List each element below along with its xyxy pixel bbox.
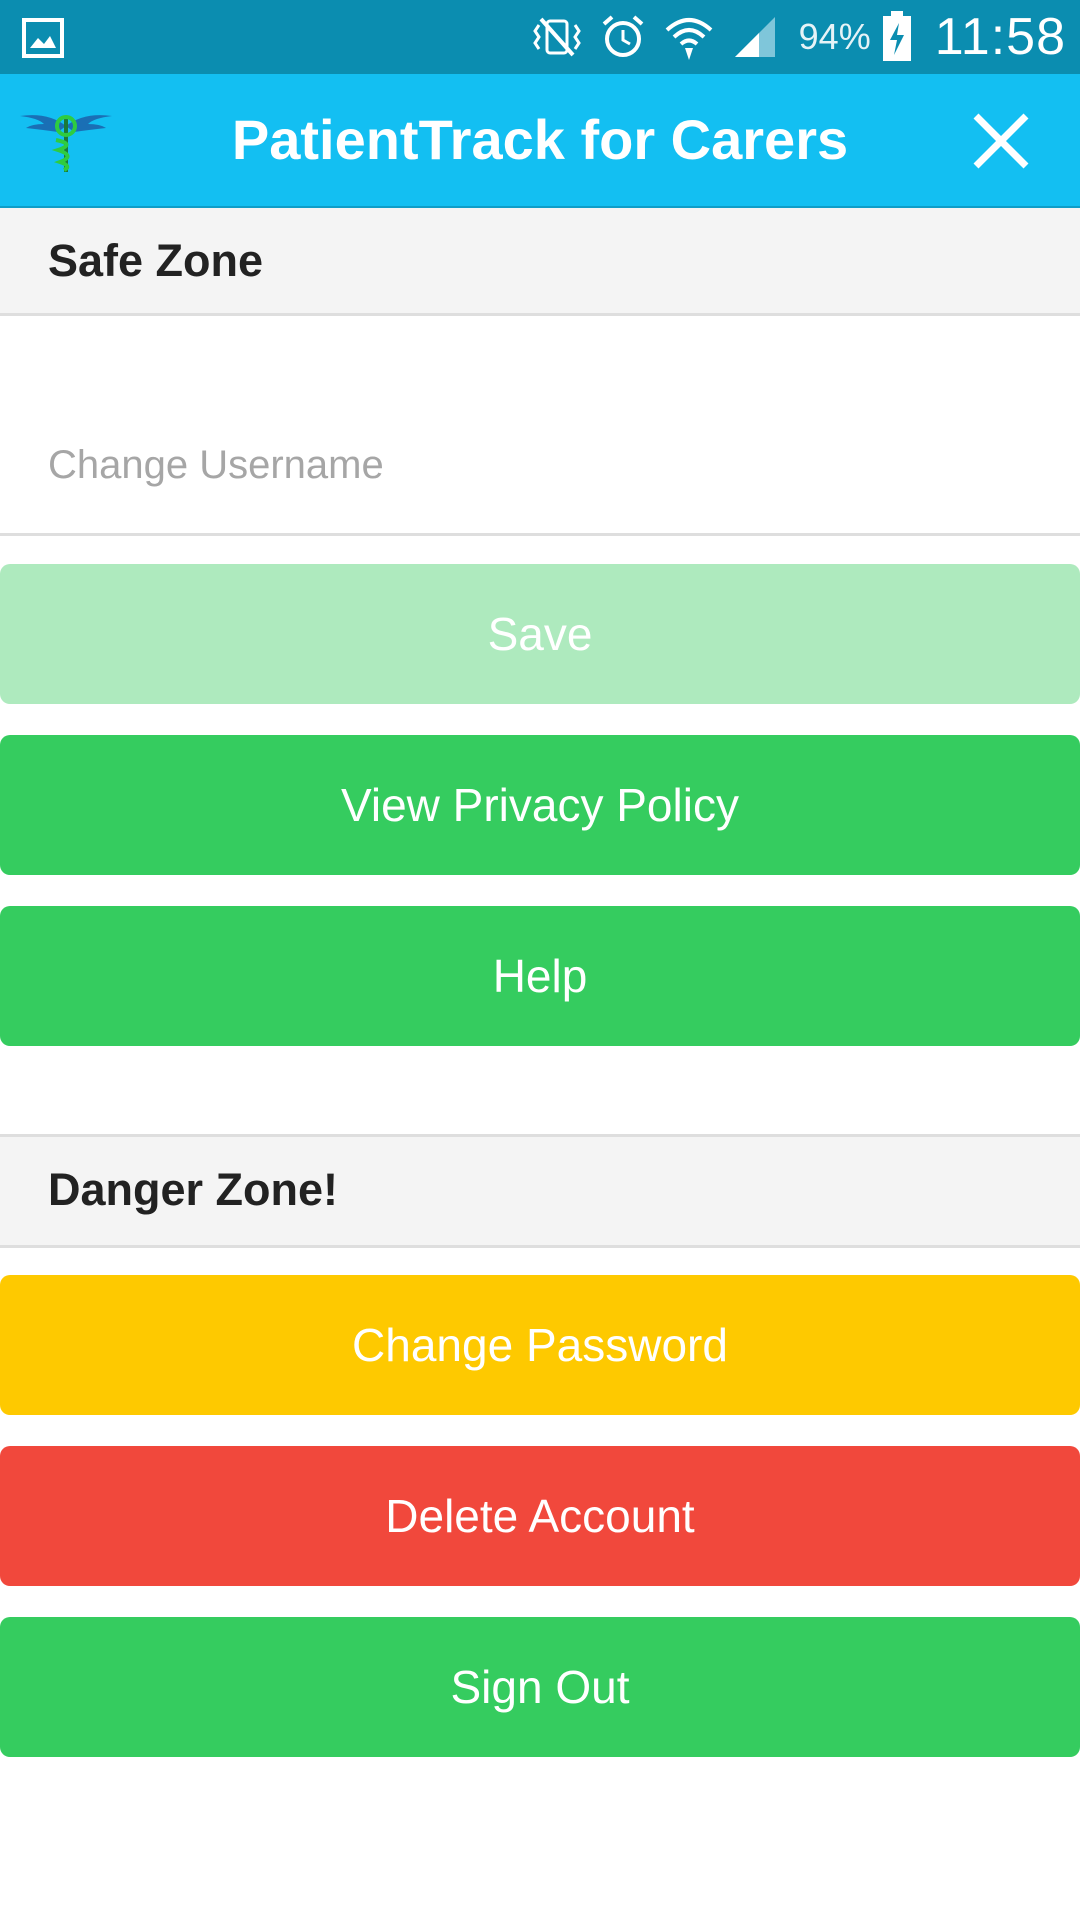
app-header: PatientTrack for Carers <box>0 74 1080 208</box>
signal-icon <box>725 10 785 64</box>
battery-charging-icon <box>881 11 913 63</box>
alarm-icon <box>593 10 653 64</box>
wifi-icon <box>659 10 719 64</box>
delete-account-button[interactable]: Delete Account <box>0 1446 1080 1586</box>
change-password-button[interactable]: Change Password <box>0 1275 1080 1415</box>
change-username-input[interactable] <box>0 420 1080 510</box>
gallery-icon <box>22 18 64 58</box>
sign-out-button[interactable]: Sign Out <box>0 1617 1080 1757</box>
status-bar: 94% 11:58 <box>0 0 1080 74</box>
danger-zone-header: Danger Zone! <box>0 1134 1080 1248</box>
safe-zone-header: Safe Zone <box>0 208 1080 316</box>
help-button[interactable]: Help <box>0 906 1080 1046</box>
battery-percent: 94% <box>798 16 871 57</box>
username-field-wrapper <box>0 320 1080 536</box>
app-title: PatientTrack for Carers <box>231 108 849 171</box>
save-button[interactable]: Save <box>0 564 1080 704</box>
close-icon[interactable] <box>970 110 1032 172</box>
clock-time: 11:58 <box>934 8 1066 66</box>
status-icons: 94% 11:58 <box>521 0 1066 74</box>
view-privacy-policy-button[interactable]: View Privacy Policy <box>0 735 1080 875</box>
vibrate-mute-icon <box>527 10 587 64</box>
